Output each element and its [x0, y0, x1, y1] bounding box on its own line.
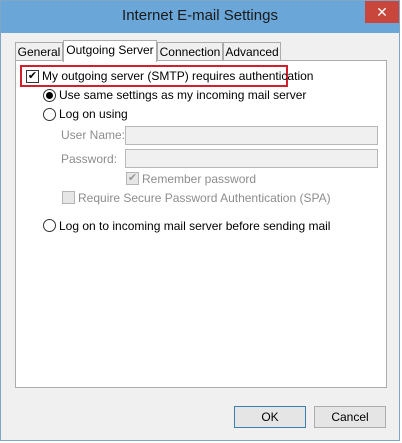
username-label: User Name: [61, 128, 126, 142]
requires-auth-label: My outgoing server (SMTP) requires authe… [42, 69, 314, 83]
title-bar[interactable]: Internet E-mail Settings ✕ [1, 1, 399, 33]
use-same-settings-label: Use same settings as my incoming mail se… [59, 88, 307, 102]
username-input[interactable] [125, 126, 378, 145]
use-same-settings-radio[interactable] [43, 89, 56, 102]
password-label: Password: [61, 152, 118, 166]
password-input[interactable] [125, 149, 378, 168]
log-on-using-radio[interactable] [43, 108, 56, 121]
dialog-window: Internet E-mail Settings ✕ General Outgo… [0, 0, 400, 441]
cancel-button[interactable]: Cancel [314, 406, 386, 428]
requires-auth-checkbox[interactable]: ✔ [26, 70, 39, 83]
spa-label: Require Secure Password Authentication (… [78, 191, 331, 205]
log-on-incoming-label: Log on to incoming mail server before se… [59, 219, 331, 233]
checkmark-icon: ✔ [127, 172, 138, 184]
remember-password-checkbox[interactable]: ✔ [126, 172, 139, 185]
close-button[interactable]: ✕ [365, 1, 399, 23]
log-on-incoming-radio[interactable] [43, 219, 56, 232]
window-title: Internet E-mail Settings [122, 7, 278, 24]
spa-checkbox[interactable] [62, 191, 75, 204]
tab-connection[interactable]: Connection [157, 42, 223, 60]
close-icon: ✕ [376, 4, 388, 20]
tab-outgoing-server[interactable]: Outgoing Server [63, 40, 157, 62]
remember-password-label: Remember password [142, 172, 257, 186]
tab-general[interactable]: General [15, 42, 63, 60]
tab-advanced[interactable]: Advanced [223, 42, 281, 60]
log-on-using-label: Log on using [59, 107, 128, 121]
checkmark-icon: ✔ [27, 70, 38, 82]
ok-button[interactable]: OK [234, 406, 306, 428]
